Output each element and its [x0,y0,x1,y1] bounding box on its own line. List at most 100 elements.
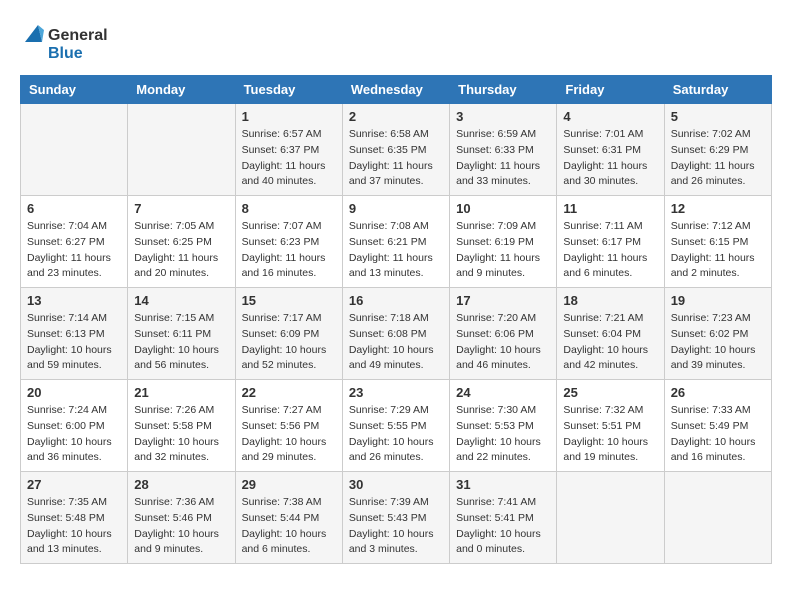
calendar-cell: 27 Sunrise: 7:35 AMSunset: 5:48 PMDayligh… [21,472,128,564]
day-number: 18 [563,293,657,308]
day-number: 27 [27,477,121,492]
day-info: Sunrise: 7:04 AMSunset: 6:27 PMDaylight:… [27,219,121,282]
calendar-cell [664,472,771,564]
calendar-cell: 20 Sunrise: 7:24 AMSunset: 6:00 PMDayligh… [21,380,128,472]
calendar-cell: 23 Sunrise: 7:29 AMSunset: 5:55 PMDayligh… [342,380,449,472]
calendar-cell: 19 Sunrise: 7:23 AMSunset: 6:02 PMDayligh… [664,288,771,380]
day-info: Sunrise: 7:21 AMSunset: 6:04 PMDaylight:… [563,311,657,374]
calendar-cell: 26Sunrise: 7:33 AMSunset: 5:49 PMDayligh… [664,380,771,472]
day-info: Sunrise: 6:58 AMSunset: 6:35 PMDaylight:… [349,127,443,190]
calendar-cell: 3 Sunrise: 6:59 AMSunset: 6:33 PMDaylight… [450,104,557,196]
day-info: Sunrise: 7:38 AMSunset: 5:44 PMDaylight:… [242,495,336,558]
calendar-cell: 9 Sunrise: 7:08 AMSunset: 6:21 PMDaylight… [342,196,449,288]
day-info: Sunrise: 7:09 AMSunset: 6:19 PMDaylight:… [456,219,550,282]
calendar-cell: 31 Sunrise: 7:41 AMSunset: 5:41 PMDayligh… [450,472,557,564]
calendar-cell [128,104,235,196]
day-info: Sunrise: 7:05 AMSunset: 6:25 PMDaylight:… [134,219,228,282]
header: GeneralBlue [20,20,772,65]
calendar-week-2: 6 Sunrise: 7:04 AMSunset: 6:27 PMDaylight… [21,196,772,288]
day-info: Sunrise: 7:02 AMSunset: 6:29 PMDaylight:… [671,127,765,190]
header-row: SundayMondayTuesdayWednesdayThursdayFrid… [21,76,772,104]
day-number: 21 [134,385,228,400]
header-cell-wednesday: Wednesday [342,76,449,104]
header-cell-monday: Monday [128,76,235,104]
day-number: 25 [563,385,657,400]
calendar-cell: 7 Sunrise: 7:05 AMSunset: 6:25 PMDaylight… [128,196,235,288]
day-info: Sunrise: 7:24 AMSunset: 6:00 PMDaylight:… [27,403,121,466]
day-info: Sunrise: 6:57 AMSunset: 6:37 PMDaylight:… [242,127,336,190]
calendar-header: SundayMondayTuesdayWednesdayThursdayFrid… [21,76,772,104]
day-info: Sunrise: 7:35 AMSunset: 5:48 PMDaylight:… [27,495,121,558]
day-number: 7 [134,201,228,216]
day-number: 1 [242,109,336,124]
calendar-week-3: 13 Sunrise: 7:14 AMSunset: 6:13 PMDayligh… [21,288,772,380]
day-number: 2 [349,109,443,124]
calendar-cell: 16 Sunrise: 7:18 AMSunset: 6:08 PMDayligh… [342,288,449,380]
day-number: 16 [349,293,443,308]
day-number: 17 [456,293,550,308]
calendar-cell: 10Sunrise: 7:09 AMSunset: 6:19 PMDayligh… [450,196,557,288]
calendar-body: 1 Sunrise: 6:57 AMSunset: 6:37 PMDaylight… [21,104,772,564]
calendar-cell: 14 Sunrise: 7:15 AMSunset: 6:11 PMDayligh… [128,288,235,380]
day-number: 20 [27,385,121,400]
day-info: Sunrise: 7:08 AMSunset: 6:21 PMDaylight:… [349,219,443,282]
calendar-cell: 13 Sunrise: 7:14 AMSunset: 6:13 PMDayligh… [21,288,128,380]
calendar-week-4: 20 Sunrise: 7:24 AMSunset: 6:00 PMDayligh… [21,380,772,472]
calendar-cell [21,104,128,196]
calendar-cell: 4Sunrise: 7:01 AMSunset: 6:31 PMDaylight… [557,104,664,196]
header-cell-sunday: Sunday [21,76,128,104]
calendar-cell: 2 Sunrise: 6:58 AMSunset: 6:35 PMDaylight… [342,104,449,196]
calendar-cell: 6 Sunrise: 7:04 AMSunset: 6:27 PMDaylight… [21,196,128,288]
calendar-cell: 1 Sunrise: 6:57 AMSunset: 6:37 PMDaylight… [235,104,342,196]
calendar-cell: 12 Sunrise: 7:12 AMSunset: 6:15 PMDayligh… [664,196,771,288]
calendar-cell: 8Sunrise: 7:07 AMSunset: 6:23 PMDaylight… [235,196,342,288]
day-number: 26 [671,385,765,400]
calendar-cell: 24 Sunrise: 7:30 AMSunset: 5:53 PMDayligh… [450,380,557,472]
day-number: 12 [671,201,765,216]
day-number: 19 [671,293,765,308]
day-info: Sunrise: 6:59 AMSunset: 6:33 PMDaylight:… [456,127,550,190]
day-info: Sunrise: 7:30 AMSunset: 5:53 PMDaylight:… [456,403,550,466]
calendar-table: SundayMondayTuesdayWednesdayThursdayFrid… [20,75,772,564]
day-info: Sunrise: 7:07 AMSunset: 6:23 PMDaylight:… [242,219,336,282]
day-number: 23 [349,385,443,400]
day-number: 24 [456,385,550,400]
day-info: Sunrise: 7:29 AMSunset: 5:55 PMDaylight:… [349,403,443,466]
day-info: Sunrise: 7:17 AMSunset: 6:09 PMDaylight:… [242,311,336,374]
day-info: Sunrise: 7:01 AMSunset: 6:31 PMDaylight:… [563,127,657,190]
day-info: Sunrise: 7:41 AMSunset: 5:41 PMDaylight:… [456,495,550,558]
day-number: 29 [242,477,336,492]
day-info: Sunrise: 7:20 AMSunset: 6:06 PMDaylight:… [456,311,550,374]
day-number: 11 [563,201,657,216]
day-number: 14 [134,293,228,308]
day-info: Sunrise: 7:18 AMSunset: 6:08 PMDaylight:… [349,311,443,374]
day-info: Sunrise: 7:15 AMSunset: 6:11 PMDaylight:… [134,311,228,374]
day-number: 31 [456,477,550,492]
logo-svg: GeneralBlue [20,20,110,65]
day-number: 9 [349,201,443,216]
svg-text:Blue: Blue [48,45,83,62]
day-number: 3 [456,109,550,124]
calendar-week-1: 1 Sunrise: 6:57 AMSunset: 6:37 PMDaylight… [21,104,772,196]
day-number: 6 [27,201,121,216]
day-info: Sunrise: 7:12 AMSunset: 6:15 PMDaylight:… [671,219,765,282]
day-number: 13 [27,293,121,308]
day-info: Sunrise: 7:27 AMSunset: 5:56 PMDaylight:… [242,403,336,466]
day-number: 5 [671,109,765,124]
day-info: Sunrise: 7:11 AMSunset: 6:17 PMDaylight:… [563,219,657,282]
calendar-cell: 29 Sunrise: 7:38 AMSunset: 5:44 PMDayligh… [235,472,342,564]
day-info: Sunrise: 7:23 AMSunset: 6:02 PMDaylight:… [671,311,765,374]
calendar-cell: 11 Sunrise: 7:11 AMSunset: 6:17 PMDayligh… [557,196,664,288]
calendar-cell: 25 Sunrise: 7:32 AMSunset: 5:51 PMDayligh… [557,380,664,472]
day-info: Sunrise: 7:32 AMSunset: 5:51 PMDaylight:… [563,403,657,466]
logo: GeneralBlue [20,20,110,65]
calendar-cell: 30Sunrise: 7:39 AMSunset: 5:43 PMDayligh… [342,472,449,564]
day-info: Sunrise: 7:36 AMSunset: 5:46 PMDaylight:… [134,495,228,558]
calendar-cell: 22Sunrise: 7:27 AMSunset: 5:56 PMDayligh… [235,380,342,472]
calendar-cell: 15 Sunrise: 7:17 AMSunset: 6:09 PMDayligh… [235,288,342,380]
header-cell-thursday: Thursday [450,76,557,104]
svg-text:General: General [48,27,108,44]
day-number: 15 [242,293,336,308]
day-number: 28 [134,477,228,492]
day-info: Sunrise: 7:14 AMSunset: 6:13 PMDaylight:… [27,311,121,374]
